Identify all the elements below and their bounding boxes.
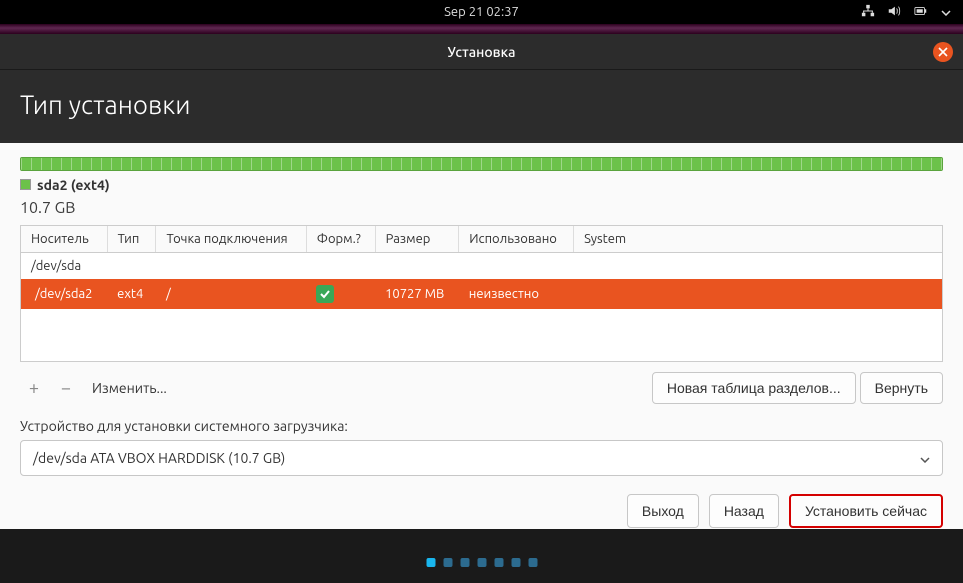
progress-dot — [426, 558, 435, 567]
legend-partition-name: sda2 (ext4) — [37, 177, 110, 193]
network-icon[interactable] — [861, 4, 875, 21]
bootloader-label: Устройство для установки системного загр… — [20, 418, 943, 434]
disk-legend: sda2 (ext4) — [20, 177, 943, 193]
legend-partition-size: 10.7 GB — [20, 199, 943, 217]
close-icon — [938, 47, 948, 57]
system-topbar: Sep 21 02:37 — [0, 0, 963, 24]
wizard-footer: Выход Назад Установить сейчас — [20, 494, 943, 528]
device-cell: /dev/sda — [21, 253, 942, 280]
progress-dots — [426, 558, 537, 567]
window-titlebar: Установка — [0, 34, 963, 70]
table-row[interactable]: /dev/sda — [21, 253, 942, 280]
battery-icon[interactable] — [913, 4, 929, 21]
progress-dot — [443, 558, 452, 567]
progress-dot — [511, 558, 520, 567]
disk-usage-bar[interactable] — [20, 157, 943, 171]
clock: Sep 21 02:37 — [444, 5, 519, 19]
cell-mount: / — [156, 279, 306, 309]
page-heading: Тип установки — [0, 70, 963, 143]
partition-toolbar: + − Изменить... Новая таблица разделов..… — [20, 372, 943, 404]
desktop-bottom-strip — [0, 529, 963, 583]
desktop-background-strip — [0, 24, 963, 34]
table-empty-space — [21, 309, 942, 361]
installer-content: sda2 (ext4) 10.7 GB Носитель Тип Точка п… — [0, 143, 963, 546]
back-button[interactable]: Назад — [709, 494, 779, 528]
cell-device: /dev/sda2 — [21, 279, 107, 309]
quit-button[interactable]: Выход — [627, 494, 699, 528]
install-now-button[interactable]: Установить сейчас — [789, 494, 943, 528]
chevron-down-icon[interactable] — [941, 5, 951, 19]
progress-dot — [528, 558, 537, 567]
table-header-row: Носитель Тип Точка подключения Форм.? Ра… — [21, 226, 942, 253]
col-used[interactable]: Использовано — [459, 226, 574, 253]
col-format[interactable]: Форм.? — [306, 226, 375, 253]
cell-type: ext4 — [107, 279, 156, 309]
system-tray — [861, 4, 951, 21]
partition-table[interactable]: Носитель Тип Точка подключения Форм.? Ра… — [20, 225, 943, 362]
cell-system — [574, 279, 942, 309]
col-type[interactable]: Тип — [107, 226, 156, 253]
cell-used: неизвестно — [459, 279, 574, 309]
volume-icon[interactable] — [887, 4, 901, 21]
window-title: Установка — [448, 44, 516, 60]
col-size[interactable]: Размер — [375, 226, 459, 253]
legend-swatch — [20, 179, 31, 190]
cell-format[interactable] — [306, 279, 375, 309]
col-system[interactable]: System — [574, 226, 942, 253]
progress-dot — [460, 558, 469, 567]
checkbox-checked-icon[interactable] — [316, 285, 334, 303]
col-mount[interactable]: Точка подключения — [156, 226, 306, 253]
col-device[interactable]: Носитель — [21, 226, 107, 253]
bootloader-value: /dev/sda ATA VBOX HARDDISK (10.7 GB) — [33, 450, 285, 466]
change-partition-button[interactable]: Изменить... — [84, 376, 175, 400]
chevron-down-icon — [920, 450, 930, 466]
close-button[interactable] — [933, 42, 953, 62]
progress-dot — [494, 558, 503, 567]
bootloader-select[interactable]: /dev/sda ATA VBOX HARDDISK (10.7 GB) — [20, 440, 943, 476]
remove-partition-button[interactable]: − — [52, 374, 80, 402]
cell-size: 10727 MB — [375, 279, 459, 309]
add-partition-button[interactable]: + — [20, 374, 48, 402]
new-partition-table-button[interactable]: Новая таблица разделов... — [652, 372, 856, 404]
table-row[interactable]: /dev/sda2 ext4 / 10727 MB неизвестно — [21, 279, 942, 309]
progress-dot — [477, 558, 486, 567]
revert-button[interactable]: Вернуть — [860, 372, 943, 404]
